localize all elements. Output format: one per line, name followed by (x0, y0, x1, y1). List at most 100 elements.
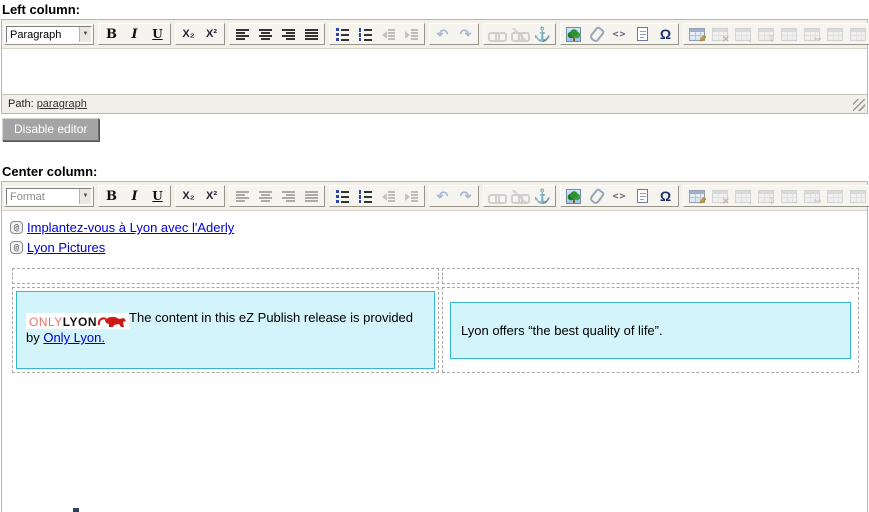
align-right-button[interactable] (277, 25, 300, 43)
insert-row-after-button[interactable] (754, 187, 777, 205)
special-character-button[interactable]: Ω (654, 25, 677, 43)
align-right-icon (281, 28, 296, 41)
aderly-link[interactable]: Implantez-vous à Lyon avec l'Aderly (27, 220, 234, 235)
insert-column-before-button[interactable] (777, 187, 800, 205)
italic-icon: I (131, 27, 137, 42)
path-paragraph-link[interactable]: paragraph (37, 98, 87, 110)
bullet-list-button[interactable] (331, 187, 354, 205)
insert-column-before-icon (781, 190, 797, 203)
redo-button[interactable]: ↷ (454, 25, 477, 43)
bold-button[interactable]: B (100, 187, 123, 205)
undo-button[interactable]: ↶ (431, 187, 454, 205)
insert-row-after-button[interactable] (754, 25, 777, 43)
embed-right-text: Lyon offers “the best quality of life”. (461, 323, 663, 338)
underline-button[interactable]: U (146, 187, 169, 205)
literal-text-button[interactable] (631, 25, 654, 43)
style-dropdown[interactable]: Paragraph ▼ (6, 26, 92, 43)
layout-cell[interactable]: ONLYLYONThe content in this eZ Publish r… (12, 287, 439, 373)
subscript-button[interactable]: X₂ (177, 187, 200, 205)
left-editor: Paragraph ▼ B I U X₂ X² (1, 19, 868, 114)
superscript-button[interactable]: X² (200, 25, 223, 43)
numbered-list-button[interactable] (354, 187, 377, 205)
split-cells-button[interactable] (846, 25, 869, 43)
insert-column-before-button[interactable] (777, 25, 800, 43)
align-center-button[interactable] (254, 25, 277, 43)
superscript-button[interactable]: X² (200, 187, 223, 205)
literal-file-icon (637, 27, 648, 41)
outdent-button[interactable] (377, 25, 400, 43)
insert-link-button[interactable] (485, 187, 508, 205)
insert-column-after-button[interactable] (800, 25, 823, 43)
anchor-button[interactable]: ⚓ (531, 25, 554, 43)
align-group (229, 23, 325, 45)
insert-row-before-icon (735, 28, 751, 41)
quote-embed-box[interactable]: Lyon offers “the best quality of life”. (450, 302, 851, 359)
omega-icon: Ω (660, 188, 671, 204)
numbered-list-button[interactable] (354, 25, 377, 43)
undo-button[interactable]: ↶ (431, 25, 454, 43)
path-label: Path: (8, 98, 34, 110)
delete-table-button[interactable] (708, 187, 731, 205)
indent-button[interactable] (400, 187, 423, 205)
style-group: Paragraph ▼ (4, 24, 94, 45)
insert-image-button[interactable] (562, 25, 585, 43)
align-center-button[interactable] (254, 187, 277, 205)
insert-row-before-button[interactable] (731, 187, 754, 205)
numbered-list-icon (358, 27, 373, 41)
align-right-button[interactable] (277, 187, 300, 205)
paperclip-icon (589, 27, 604, 42)
merge-cells-button[interactable] (823, 25, 846, 43)
empty-line-placeholder[interactable] (12, 268, 439, 284)
left-column-label: Left column: (2, 2, 868, 17)
underline-button[interactable]: U (146, 25, 169, 43)
italic-button[interactable]: I (123, 25, 146, 43)
outdent-icon (381, 190, 396, 203)
delete-table-button[interactable] (708, 25, 731, 43)
only-lyon-link[interactable]: Only Lyon. (43, 330, 105, 345)
anchor-button[interactable]: ⚓ (531, 187, 554, 205)
redo-icon: ↷ (460, 188, 472, 205)
custom-tag-button[interactable]: <> (608, 25, 631, 43)
split-cells-button[interactable] (846, 187, 869, 205)
italic-button[interactable]: I (123, 187, 146, 205)
insert-object-button[interactable] (585, 25, 608, 43)
insert-row-before-button[interactable] (731, 25, 754, 43)
insert-table-button[interactable] (685, 187, 708, 205)
script-group: X₂ X² (175, 185, 225, 207)
link-icon (488, 28, 505, 41)
remove-link-button[interactable] (508, 187, 531, 205)
omega-icon: Ω (660, 26, 671, 42)
style-dropdown[interactable]: Format ▼ (6, 188, 92, 205)
indent-button[interactable] (400, 25, 423, 43)
redo-button[interactable]: ↷ (454, 187, 477, 205)
insert-table-button[interactable] (685, 25, 708, 43)
custom-tag-icon: <> (612, 29, 626, 40)
align-left-button[interactable] (231, 25, 254, 43)
align-justify-button[interactable] (300, 25, 323, 43)
disable-editor-button[interactable]: Disable editor (2, 118, 99, 141)
align-left-button[interactable] (231, 187, 254, 205)
align-right-icon (281, 190, 296, 203)
subscript-button[interactable]: X₂ (177, 25, 200, 43)
outdent-button[interactable] (377, 187, 400, 205)
insert-image-button[interactable] (562, 187, 585, 205)
custom-tag-button[interactable]: <> (608, 187, 631, 205)
remove-link-button[interactable] (508, 25, 531, 43)
merge-cells-button[interactable] (823, 187, 846, 205)
lyon-pictures-link[interactable]: Lyon Pictures (27, 240, 105, 255)
insert-object-button[interactable] (585, 187, 608, 205)
insert-column-after-button[interactable] (800, 187, 823, 205)
layout-cell[interactable]: Lyon offers “the best quality of life”. (442, 287, 859, 373)
literal-text-button[interactable] (631, 187, 654, 205)
resize-gripper-icon[interactable] (853, 99, 865, 111)
bullet-list-button[interactable] (331, 25, 354, 43)
special-character-button[interactable]: Ω (654, 187, 677, 205)
left-editor-content[interactable] (2, 49, 867, 94)
onlylyon-embed-box[interactable]: ONLYLYONThe content in this eZ Publish r… (16, 291, 435, 369)
bullet-list-icon (335, 189, 350, 203)
empty-line-placeholder[interactable] (442, 268, 859, 284)
insert-link-button[interactable] (485, 25, 508, 43)
center-editor-content[interactable]: @ Implantez-vous à Lyon avec l'Aderly @ … (2, 211, 867, 512)
bold-button[interactable]: B (100, 25, 123, 43)
align-justify-button[interactable] (300, 187, 323, 205)
